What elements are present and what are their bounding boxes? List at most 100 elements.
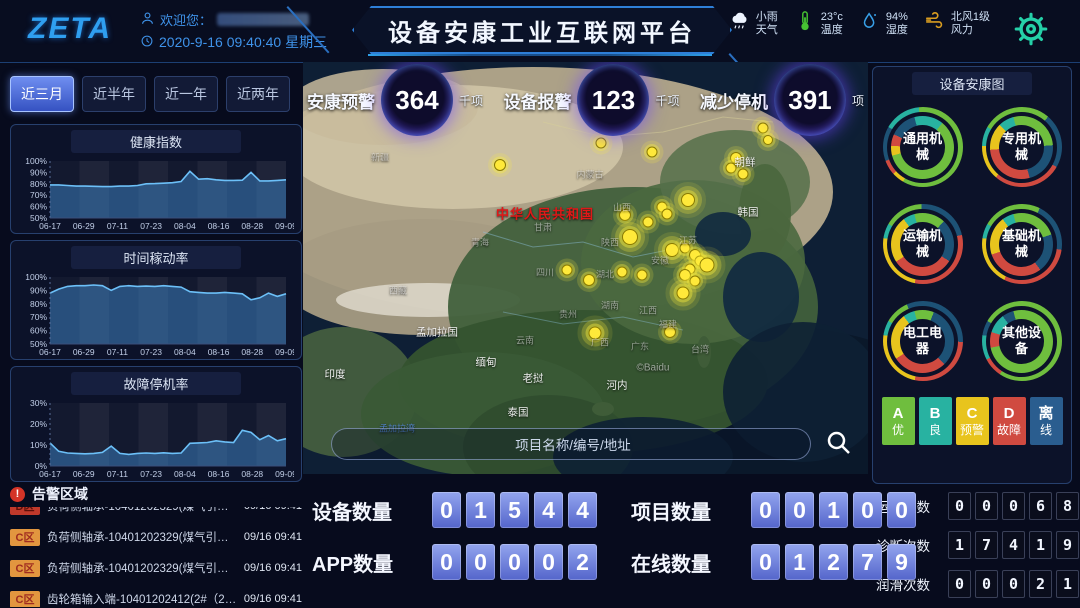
digit-box: 2	[819, 544, 848, 580]
china-map[interactable]: 中华人民共和国朝鲜韩国孟加拉国印度缅甸老挝泰国河内新疆内蒙古甘肃青海西藏四川陕西…	[303, 62, 868, 474]
weather-item: 北风1级风力	[924, 10, 990, 37]
map-marker[interactable]	[494, 159, 506, 171]
map-marker[interactable]	[562, 265, 573, 276]
search-icon[interactable]	[824, 428, 854, 458]
svg-text:08-28: 08-28	[241, 221, 263, 231]
digit-box: 0	[500, 544, 529, 580]
digit-box: 1	[819, 492, 848, 528]
search-input[interactable]	[332, 429, 814, 461]
svg-text:70%: 70%	[30, 190, 47, 200]
alarm-row[interactable]: C区齿轮箱输入端-10401202412(2#（2V）...09/16 09:4…	[10, 587, 302, 607]
digit-box: 0	[975, 492, 998, 520]
map-place-label: 内蒙古	[576, 168, 603, 181]
weather-label: 温度	[821, 24, 843, 37]
gauge-label: 其他设备	[999, 319, 1044, 364]
weather-label: 湿度	[886, 24, 908, 37]
map-marker[interactable]	[700, 258, 715, 273]
gauge-gap: 通用机械	[887, 112, 958, 183]
alarm-header: ! 告警区域	[10, 484, 302, 504]
legend-code: C	[967, 405, 978, 423]
map-marker[interactable]	[643, 217, 654, 228]
map-place-label: 湖南	[601, 299, 619, 312]
digit-box: 0	[751, 492, 780, 528]
svg-text:06-17: 06-17	[39, 469, 61, 479]
gauge-ring: 电工电器	[891, 310, 954, 373]
counter-label: APP数量	[312, 548, 420, 577]
digit-box: 4	[534, 492, 563, 528]
digit-box: 8	[1056, 492, 1079, 520]
digit-box: 5	[500, 492, 529, 528]
map-marker[interactable]	[617, 267, 628, 278]
map-marker[interactable]	[637, 270, 648, 281]
filter-button-近三月[interactable]: 近三月	[10, 76, 74, 112]
gauge-其他设备: 其他设备	[982, 301, 1062, 381]
map-marker[interactable]	[622, 229, 638, 245]
counter-label: 设备数量	[312, 496, 420, 525]
counter-在线数量: 在线数量01279	[631, 544, 916, 580]
svg-text:60%: 60%	[30, 202, 47, 212]
gauge-ring: 通用机械	[891, 116, 954, 179]
svg-text:60%: 60%	[30, 326, 47, 336]
digit-box: 7	[975, 531, 998, 559]
filter-button-近两年[interactable]: 近两年	[226, 76, 290, 112]
digit-box: 2	[568, 544, 597, 580]
gear-icon[interactable]	[1014, 12, 1048, 46]
map-marker[interactable]	[690, 276, 701, 287]
svg-text:20%: 20%	[30, 419, 47, 429]
svg-text:07-11: 07-11	[107, 221, 128, 231]
chart-panel-time-utilization: 时间稼动率 100%90%80%70%60%50%06-1706-2907-11…	[10, 240, 302, 360]
map-marker[interactable]	[681, 193, 695, 207]
digit-box: 0	[432, 544, 461, 580]
svg-text:90%: 90%	[30, 167, 47, 177]
alarm-time: 09/16 09:41	[244, 507, 302, 512]
legend-label: 良	[929, 423, 941, 438]
alarm-row[interactable]: C区负荷侧轴承-10401202329(煤气引风机电...09/16 09:41	[10, 525, 302, 549]
legend-A: A优	[882, 397, 915, 445]
map-marker[interactable]	[677, 287, 690, 300]
map-marker[interactable]	[647, 147, 658, 158]
gauge-label: 专用机械	[999, 125, 1044, 170]
filter-button-近一年[interactable]: 近一年	[154, 76, 218, 112]
weather-label: 风力	[951, 24, 990, 37]
digit-box: 0	[432, 492, 461, 528]
alarm-row[interactable]: C区负荷侧轴承-10401202329(煤气引风机电...09/16 09:41	[10, 556, 302, 580]
map-marker[interactable]	[763, 135, 773, 145]
map-marker[interactable]	[596, 138, 607, 149]
map-marker[interactable]	[738, 169, 749, 180]
chart-panel-health-index: 健康指数 100%90%80%70%60%50%06-1706-2907-110…	[10, 124, 302, 234]
alarm-list: D区负荷侧轴承-10401202329(煤气引风机电...09/16 09:41…	[10, 507, 302, 607]
stat-label: 减少停机	[700, 88, 768, 113]
chart-title: 故障停机率	[71, 372, 241, 395]
dashboard: ZETA 欢迎您： 2020-9-16 09:40:40 星期三 设备安康工业互…	[0, 0, 1080, 608]
stat-circle: 123	[577, 64, 649, 136]
counter-digits: 000683	[948, 492, 1080, 520]
gauge-电工电器: 电工电器	[883, 301, 963, 381]
gauge-gap: 运输机械	[887, 209, 958, 280]
health-legend: A优B良C预警D故障离线	[873, 397, 1071, 445]
filter-button-近半年[interactable]: 近半年	[82, 76, 146, 112]
counter-digits: 00100	[751, 492, 916, 528]
map-place-label: 江西	[639, 304, 657, 317]
svg-text:80%: 80%	[30, 179, 47, 189]
svg-text:08-16: 08-16	[208, 469, 230, 479]
map-place-label: 山西	[613, 201, 631, 214]
digit-box: 0	[948, 570, 971, 598]
legend-B: B良	[919, 397, 952, 445]
digit-box: 4	[568, 492, 597, 528]
map-place-label: 新疆	[371, 151, 389, 164]
clock-icon	[140, 34, 154, 51]
counter-digits: 00002	[432, 544, 597, 580]
digit-box: 1	[1056, 570, 1079, 598]
legend-离: 离线	[1030, 397, 1063, 445]
welcome-row: 欢迎您：	[140, 10, 309, 29]
alert-icon: !	[10, 487, 25, 502]
map-marker[interactable]	[662, 209, 673, 220]
map-place-label: 福建	[659, 318, 677, 331]
title-frame: 设备安康工业互联网平台	[352, 6, 732, 54]
time-utilization-chart: 100%90%80%70%60%50%06-1706-2907-1107-230…	[18, 271, 294, 357]
alarm-row[interactable]: D区负荷侧轴承-10401202329(煤气引风机电...09/16 09:41	[10, 507, 302, 518]
digit-box: 4	[1002, 531, 1025, 559]
map-place-label: 湖北	[596, 268, 614, 281]
map-marker[interactable]	[583, 274, 595, 286]
page-title: 设备安康工业互联网平台	[388, 13, 696, 48]
